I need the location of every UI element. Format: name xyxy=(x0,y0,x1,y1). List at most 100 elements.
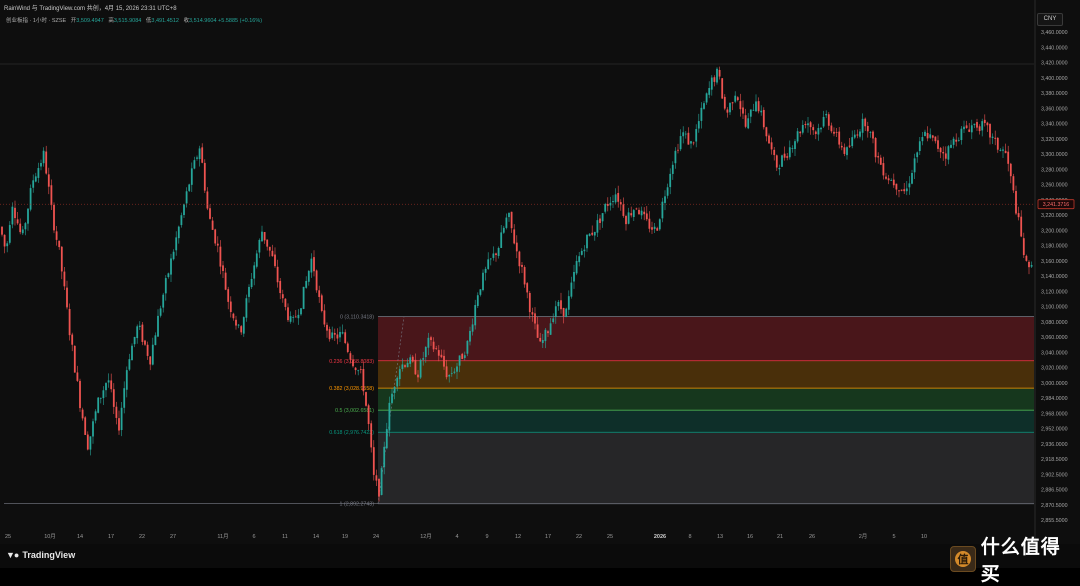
candle-body xyxy=(814,131,817,135)
candle-body xyxy=(697,121,700,129)
candle-body xyxy=(796,131,799,142)
candle-body xyxy=(838,131,841,145)
candle-body xyxy=(710,77,713,90)
candle-body xyxy=(1020,216,1023,237)
candle-body xyxy=(11,206,14,225)
candle-body xyxy=(664,196,666,203)
candle-body xyxy=(307,270,310,282)
y-tick-label: 3,440.0000 xyxy=(1041,45,1068,51)
candle-body xyxy=(807,123,809,126)
candle-body xyxy=(625,215,627,225)
symbol-label[interactable]: 创业板指 · 1小时 · SZSE xyxy=(6,18,66,24)
y-tick-label: 2,952.0000 xyxy=(1041,427,1068,433)
candle-body xyxy=(565,308,568,318)
candle-body xyxy=(289,316,292,322)
candle-body xyxy=(432,341,435,350)
candle-body xyxy=(918,141,921,151)
candle-body xyxy=(362,369,365,392)
candle-body xyxy=(131,345,133,361)
x-tick-label: 13 xyxy=(717,534,723,540)
candle-body xyxy=(869,131,872,133)
candle-body xyxy=(825,113,828,116)
candle-body xyxy=(612,201,614,203)
candle-body xyxy=(617,193,620,202)
candle-body xyxy=(71,334,74,345)
candle-body xyxy=(640,210,643,216)
candle-body xyxy=(944,153,947,159)
candle-body xyxy=(736,97,739,101)
candle-body xyxy=(960,128,963,141)
candle-body xyxy=(908,183,911,188)
candle-body xyxy=(747,118,750,129)
candle-body xyxy=(375,475,378,481)
candle-body xyxy=(895,183,898,190)
candle-body xyxy=(463,355,466,358)
candle-body xyxy=(385,429,388,449)
candle-body xyxy=(502,227,505,233)
x-tick-label: 9 xyxy=(485,534,488,540)
candle-body xyxy=(755,101,757,112)
x-tick-label: 10月 xyxy=(44,533,56,540)
candle-body xyxy=(799,131,802,134)
candle-body xyxy=(157,315,159,337)
candle-body xyxy=(164,278,167,294)
x-tick-label: 6 xyxy=(252,534,255,540)
candle-body xyxy=(40,162,42,167)
candle-body xyxy=(229,301,232,313)
candle-body xyxy=(924,131,926,137)
candle-body xyxy=(248,286,250,297)
candle-body xyxy=(955,139,958,142)
candle-body xyxy=(372,447,375,475)
candle-body xyxy=(843,147,846,154)
low-value: 3,491.4512 xyxy=(151,18,179,24)
candle-body xyxy=(183,204,185,216)
y-tick-label: 2,918.5000 xyxy=(1041,457,1068,463)
candle-body xyxy=(674,150,677,164)
candle-body xyxy=(599,218,601,223)
candle-body xyxy=(180,215,183,226)
candle-body xyxy=(695,129,698,142)
candle-body xyxy=(391,393,393,403)
currency-button[interactable]: CNY xyxy=(1037,13,1063,26)
price-chart[interactable]: 0 (3,110.3418) 0.236 (3,058.8083) 0.382 (3… xyxy=(0,0,1080,544)
candle-body xyxy=(690,141,692,144)
fib-level-label: 0.236 (3,058.8083) xyxy=(329,359,374,365)
candle-body xyxy=(268,246,271,251)
candle-body xyxy=(125,370,128,390)
candle-body xyxy=(921,137,924,142)
candle-body xyxy=(931,135,934,138)
y-tick-label: 2,984.0000 xyxy=(1041,396,1068,402)
high-value: 3,515.9084 xyxy=(113,18,142,24)
candle-body xyxy=(401,364,404,369)
candle-body xyxy=(656,228,659,231)
x-tick-label: 24 xyxy=(373,534,379,540)
candle-body xyxy=(890,180,893,181)
candle-body xyxy=(760,110,763,113)
candle-body xyxy=(557,301,560,307)
x-tick-label: 22 xyxy=(576,534,582,540)
y-tick-label: 3,380.0000 xyxy=(1041,91,1068,97)
candle-body xyxy=(547,331,549,334)
candle-body xyxy=(820,127,822,130)
candle-body xyxy=(81,409,84,419)
candle-body xyxy=(489,258,492,260)
candle-body xyxy=(120,407,123,431)
candle-body xyxy=(378,478,380,497)
candle-body xyxy=(435,348,438,349)
tradingview-logo[interactable]: ▼● TradingView xyxy=(6,550,75,560)
x-tick-label: 12 xyxy=(515,534,521,540)
candle-body xyxy=(900,189,903,191)
candle-body xyxy=(214,229,217,244)
candle-body xyxy=(159,308,162,316)
candle-body xyxy=(149,356,152,365)
candle-body xyxy=(523,267,526,285)
candle-body xyxy=(188,184,191,191)
candle-body xyxy=(833,131,835,134)
candle-body xyxy=(1025,255,1028,261)
candle-body xyxy=(86,434,89,450)
candle-body xyxy=(128,359,131,370)
candle-body xyxy=(318,290,321,297)
candle-body xyxy=(437,350,440,356)
candle-body xyxy=(882,163,885,176)
candle-body xyxy=(430,337,432,341)
